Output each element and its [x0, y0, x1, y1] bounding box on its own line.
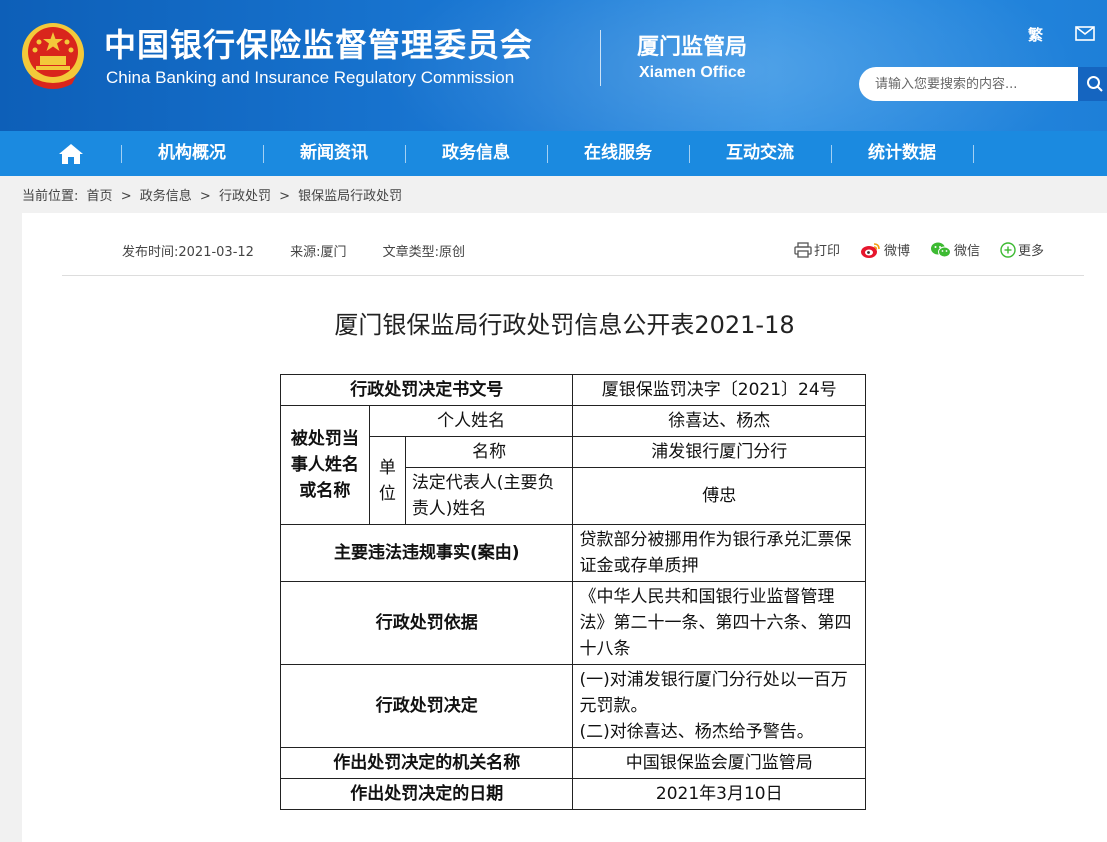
office-name-cn: 厦门监管局: [637, 35, 748, 60]
table-row: 行政处罚依据 《中华人民共和国银行业监督管理法》第二十一条、第四十六条、第四十八…: [279, 581, 866, 665]
office-name-en: Xiamen Office: [639, 64, 746, 81]
meta-divider: [62, 275, 1084, 276]
mail-icon[interactable]: [1075, 26, 1095, 41]
national-emblem-icon: [22, 23, 84, 89]
nav-item-government-info[interactable]: 政务信息: [405, 131, 547, 176]
facts-label: 主要违法违规事实(案由): [279, 524, 574, 582]
more-label: 更多: [1018, 244, 1045, 259]
breadcrumb: 当前位置: 首页 > 政务信息 > 行政处罚 > 银保监局行政处罚: [22, 185, 406, 204]
breadcrumb-current[interactable]: 银保监局行政处罚: [298, 189, 402, 204]
print-icon: [794, 241, 812, 258]
penalty-info-table: 行政处罚决定书文号 厦银保监罚决字〔2021〕24号 被处罚当事人姓名或名称 个…: [279, 374, 866, 810]
article-type: 文章类型:原创: [382, 245, 465, 260]
legal-rep-label: 法定代表人(主要负责人)姓名: [404, 467, 574, 525]
wechat-share-button[interactable]: 微信: [930, 240, 980, 259]
article-source: 来源:厦门: [290, 245, 347, 260]
print-button[interactable]: 打印: [794, 240, 840, 259]
breadcrumb-separator: >: [279, 189, 290, 204]
personal-value: 徐喜达、杨杰: [572, 405, 866, 437]
plus-circle-icon: [1000, 241, 1016, 258]
unit-name-value: 浦发银行厦门分行: [572, 436, 866, 468]
table-row: 被处罚当事人姓名或名称 个人姓名 徐喜达、杨杰: [280, 405, 866, 525]
legal-rep-value: 傅忠: [572, 467, 866, 525]
unit-label: 单位: [368, 436, 406, 525]
personal-label: 个人姓名: [368, 405, 574, 437]
breadcrumb-label: 当前位置:: [22, 189, 79, 204]
decision-item-2: (二)对徐喜达、杨杰给予警告。: [579, 722, 814, 742]
basis-label: 行政处罚依据: [279, 581, 574, 665]
site-title-en: China Banking and Insurance Regulatory C…: [106, 68, 515, 87]
date-label: 作出处罚决定的日期: [279, 778, 574, 810]
article-title: 厦门银保监局行政处罚信息公开表2021-18: [334, 311, 795, 339]
breadcrumb-separator: >: [199, 189, 211, 204]
breadcrumb-separator: >: [120, 189, 132, 204]
site-title-cn: 中国银行保险监督管理委员会: [104, 26, 534, 64]
breadcrumb-penalty[interactable]: 行政处罚: [219, 189, 271, 204]
nav-item-news[interactable]: 新闻资讯: [263, 131, 405, 176]
doc-no-label: 行政处罚决定书文号: [279, 374, 574, 406]
search-button[interactable]: [1078, 67, 1107, 101]
weibo-label: 微博: [884, 244, 911, 259]
share-bar: 打印 微博 微信 更多: [794, 240, 1044, 259]
authority-label: 作出处罚决定的机关名称: [279, 747, 574, 779]
nav-item-statistics[interactable]: 统计数据: [831, 131, 973, 176]
site-header: 中国银行保险监督管理委员会 China Banking and Insuranc…: [0, 0, 1107, 131]
doc-no-value: 厦银保监罚决字〔2021〕24号: [572, 374, 866, 406]
main-nav: 机构概况 新闻资讯 政务信息 在线服务 互动交流 统计数据: [0, 131, 1107, 176]
facts-value: 贷款部分被挪用作为银行承兑汇票保证金或存单质押: [572, 524, 866, 582]
publish-time: 发布时间:2021-03-12: [122, 245, 254, 260]
print-label: 打印: [814, 244, 841, 259]
nav-item-online-service[interactable]: 在线服务: [547, 131, 689, 176]
authority-value: 中国银保监会厦门监管局: [572, 747, 866, 779]
table-row: 行政处罚决定 (一)对浦发银行厦门分行处以一百万元罚款。 (二)对徐喜达、杨杰给…: [279, 664, 866, 748]
table-row: 行政处罚决定书文号 厦银保监罚决字〔2021〕24号: [279, 374, 866, 406]
table-row: 主要违法违规事实(案由) 贷款部分被挪用作为银行承兑汇票保证金或存单质押: [279, 524, 866, 582]
nav-item-interaction[interactable]: 互动交流: [689, 131, 831, 176]
weibo-icon: [861, 242, 880, 258]
search-input[interactable]: [875, 67, 1075, 101]
decision-item-1: (一)对浦发银行厦门分行处以一百万元罚款。: [579, 670, 848, 716]
home-icon[interactable]: [57, 142, 85, 166]
decision-value: (一)对浦发银行厦门分行处以一百万元罚款。 (二)对徐喜达、杨杰给予警告。: [572, 664, 866, 748]
table-row: 作出处罚决定的日期 2021年3月10日: [279, 778, 866, 810]
breadcrumb-government-info[interactable]: 政务信息: [140, 189, 192, 204]
decision-label: 行政处罚决定: [279, 664, 574, 748]
party-label: 被处罚当事人姓名或名称: [280, 405, 370, 525]
date-value: 2021年3月10日: [572, 778, 866, 810]
wechat-label: 微信: [954, 244, 981, 259]
traditional-chinese-link[interactable]: 繁: [1028, 24, 1043, 45]
wechat-icon: [931, 242, 952, 257]
basis-value: 《中华人民共和国银行业监督管理法》第二十一条、第四十六条、第四十八条: [572, 581, 866, 665]
weibo-share-button[interactable]: 微博: [860, 240, 910, 259]
nav-item-about[interactable]: 机构概况: [121, 131, 263, 176]
unit-name-label: 名称: [404, 436, 574, 468]
nav-separator: [973, 145, 974, 163]
more-share-button[interactable]: 更多: [1000, 240, 1044, 259]
article-panel: 发布时间:2021-03-12 来源:厦门 文章类型:原创 打印 微博 微信 更…: [22, 213, 1107, 842]
header-divider: [600, 30, 601, 86]
article-meta: 发布时间:2021-03-12 来源:厦门 文章类型:原创: [122, 241, 497, 260]
search-icon: [1087, 76, 1103, 92]
breadcrumb-home[interactable]: 首页: [87, 189, 113, 204]
search-box: [859, 67, 1079, 101]
table-row: 作出处罚决定的机关名称 中国银保监会厦门监管局: [279, 747, 866, 779]
